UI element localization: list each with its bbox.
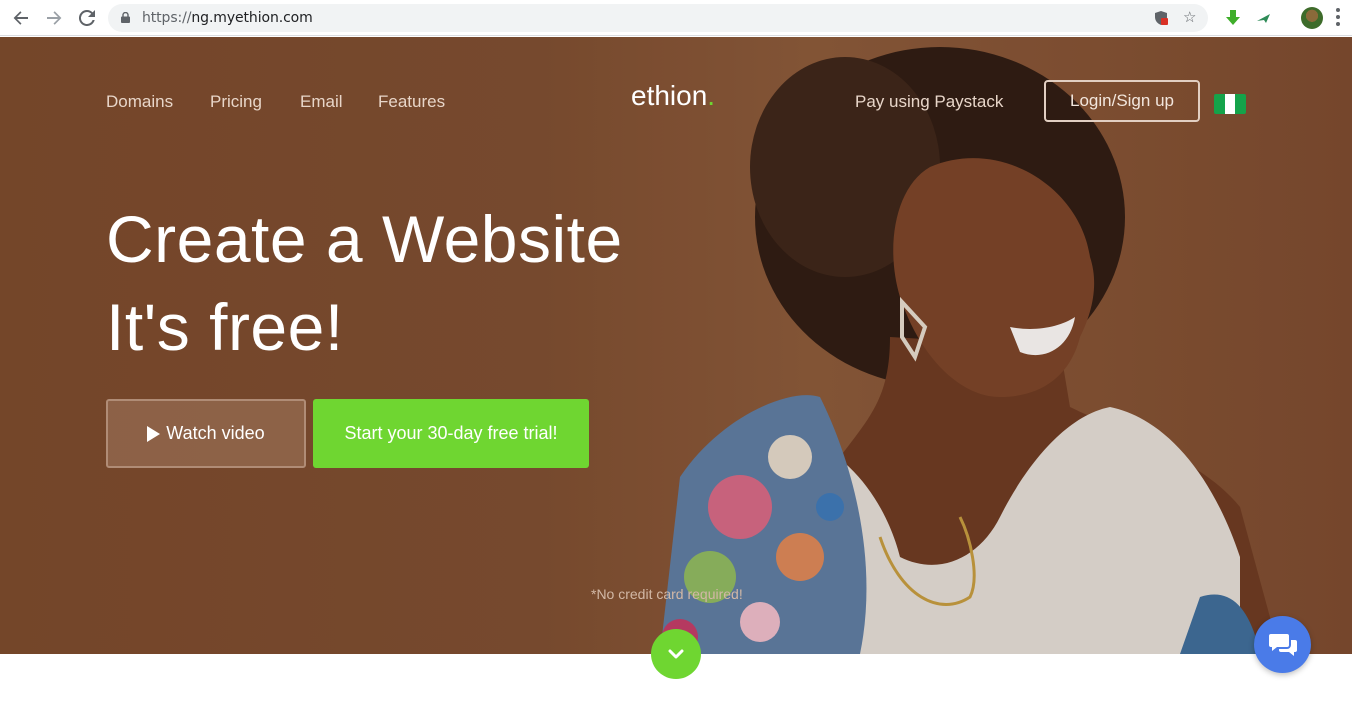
star-icon[interactable]: ☆	[1183, 8, 1196, 26]
hero-headline: Create a Website It's free!	[106, 195, 623, 371]
headline-line-2: It's free!	[106, 290, 344, 364]
chat-widget-button[interactable]	[1254, 616, 1311, 673]
hero-section: Domains Pricing Email Features ethion. P…	[0, 37, 1352, 654]
watch-video-label: Watch video	[166, 423, 265, 443]
logo-text: ethion	[631, 80, 708, 111]
address-bar[interactable]: https://ng.myethion.com ☆	[108, 4, 1208, 32]
url-host: ng.myethion.com	[191, 10, 313, 26]
forward-button[interactable]	[42, 6, 66, 30]
nav-link-email[interactable]: Email	[300, 92, 343, 112]
logo-dot: .	[707, 80, 716, 111]
login-signup-button[interactable]: Login/Sign up	[1044, 80, 1200, 122]
chat-bubbles-icon	[1268, 633, 1297, 656]
browser-toolbar: https://ng.myethion.com ☆	[0, 0, 1352, 36]
back-button[interactable]	[9, 6, 33, 30]
headline-line-1: Create a Website	[106, 202, 623, 276]
free-trial-button[interactable]: Start your 30-day free trial!	[313, 399, 589, 468]
nav-link-features[interactable]: Features	[378, 92, 445, 112]
play-icon	[147, 425, 161, 442]
shield-icon[interactable]	[1153, 10, 1169, 30]
nav-link-pricing[interactable]: Pricing	[210, 92, 262, 112]
url-scheme: https://	[142, 10, 192, 26]
reload-icon	[79, 10, 95, 26]
watch-video-button[interactable]: Watch video	[106, 399, 306, 468]
plane-extension-icon[interactable]	[1253, 7, 1275, 29]
profile-avatar[interactable]	[1301, 7, 1323, 29]
nav-link-domains[interactable]: Domains	[106, 92, 173, 112]
download-extension-icon[interactable]	[1222, 7, 1244, 29]
scroll-down-button[interactable]	[651, 629, 701, 679]
nigeria-flag-icon[interactable]	[1214, 94, 1246, 114]
arrow-left-icon	[13, 11, 28, 25]
pay-paystack-link[interactable]: Pay using Paystack	[855, 92, 1003, 112]
no-credit-card-note: *No credit card required!	[591, 586, 743, 602]
url-text: https://ng.myethion.com	[142, 10, 313, 26]
site-logo[interactable]: ethion.	[631, 80, 715, 112]
reload-button[interactable]	[75, 6, 99, 30]
arrow-right-icon	[47, 11, 62, 25]
chevron-down-icon	[668, 649, 684, 659]
browser-menu-icon[interactable]	[1336, 8, 1340, 26]
lock-icon	[121, 12, 130, 23]
